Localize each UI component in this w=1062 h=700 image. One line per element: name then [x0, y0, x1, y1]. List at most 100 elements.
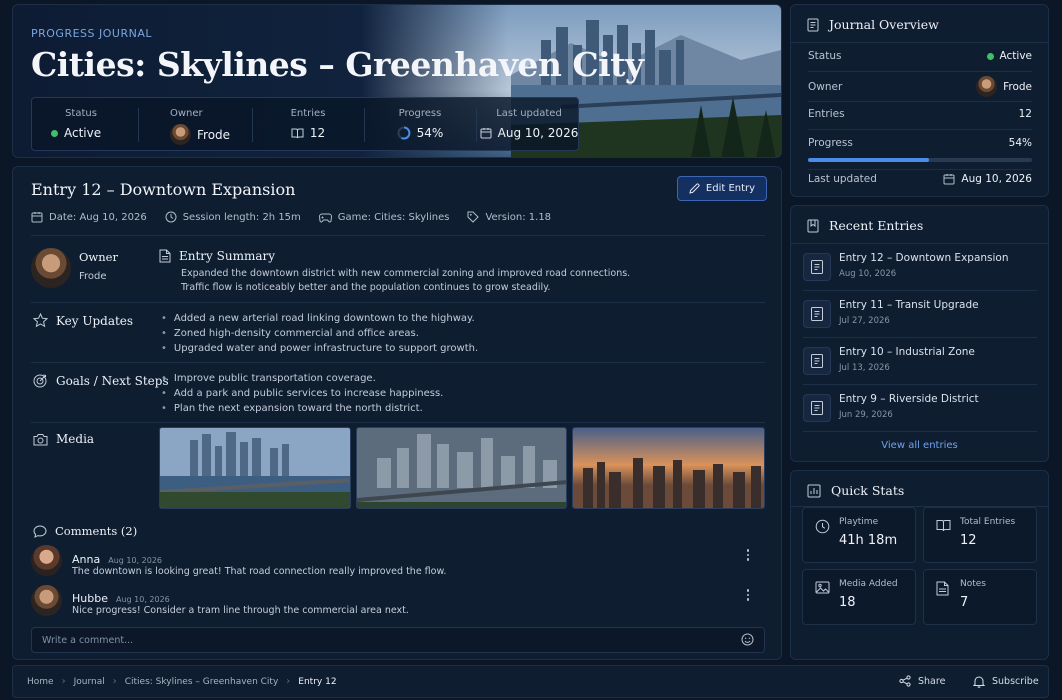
view-all-entries-link[interactable]: View all entries	[791, 440, 1048, 451]
footer-bar: Home › Journal › Cities: Skylines – Gree…	[12, 665, 1049, 698]
total-entries-label: Total Entries	[960, 517, 1016, 527]
key-updates-list: Added a new arterial road linking downto…	[161, 311, 478, 356]
quick-stat-playtime: Playtime 41h 18m	[802, 507, 916, 563]
notebook-icon	[807, 18, 819, 32]
quick-stat-total-entries: Total Entries 12	[923, 507, 1037, 563]
journal-hero: PROGRESS JOURNAL Cities: Skylines – Gree…	[12, 4, 782, 158]
journal-eyebrow: PROGRESS JOURNAL	[31, 27, 152, 40]
overview-heading: Journal Overview	[807, 17, 939, 32]
summary-text: Expanded the downtown district with new …	[181, 267, 630, 295]
subscribe-label: Subscribe	[992, 676, 1039, 687]
recent-entry-date: Jun 29, 2026	[839, 410, 893, 420]
recent-entries-card: Recent Entries Entry 12 – Downtown Expan…	[790, 205, 1049, 462]
comment-author: Hubbe	[72, 592, 108, 605]
calendar-icon	[31, 211, 43, 223]
chevron-right-icon: ›	[112, 676, 117, 687]
pencil-icon	[689, 183, 700, 194]
owner-avatar	[170, 124, 191, 145]
recent-title: Recent Entries	[829, 218, 924, 233]
owner-name: Frode	[79, 271, 107, 282]
overview-title: Journal Overview	[829, 17, 939, 32]
book-icon	[936, 519, 951, 532]
recent-entry-item[interactable]: Entry 9 – Riverside District Jun 29, 202…	[803, 390, 1037, 430]
quick-stat-notes: Notes 7	[923, 569, 1037, 625]
book-icon	[291, 128, 304, 139]
comment-avatar	[31, 545, 62, 576]
recent-entry-item[interactable]: Entry 12 – Downtown Expansion Aug 10, 20…	[803, 249, 1037, 289]
status-dot	[986, 52, 994, 60]
list-item: Improve public transportation coverage.	[161, 371, 443, 386]
owner-avatar	[976, 76, 998, 97]
subscribe-button[interactable]: Subscribe	[973, 675, 1039, 688]
entry-title: Entry 12 – Downtown Expansion	[31, 180, 296, 199]
camera-icon	[33, 433, 48, 446]
quick-stat-media: Media Added 18	[802, 569, 916, 625]
page-title: Cities: Skylines – Greenhaven City	[31, 45, 644, 84]
breadcrumb-current: Entry 12	[298, 676, 337, 687]
overview-owner-label: Owner	[808, 80, 843, 93]
comment-menu-icon[interactable]	[742, 588, 754, 602]
overview-progress-value: 54%	[1008, 137, 1032, 149]
comment-input[interactable]	[31, 627, 765, 653]
list-item: Zoned high-density commercial and office…	[161, 326, 478, 341]
key-updates-heading: Key Updates	[33, 313, 133, 328]
breadcrumb-journal[interactable]: Journal	[74, 677, 105, 687]
recent-entry-title: Entry 10 – Industrial Zone	[839, 346, 975, 358]
share-button[interactable]: Share	[899, 675, 945, 687]
journal-stats-bar: Status Active Owner Frode Entries 12 Pro…	[31, 97, 579, 151]
stat-entries-value: 12	[309, 126, 326, 140]
comment-text: The downtown is looking great! That road…	[72, 566, 447, 577]
edit-entry-button[interactable]: Edit Entry	[677, 176, 767, 201]
entry-doc-icon	[803, 300, 831, 328]
calendar-icon	[480, 127, 492, 139]
media-heading: Media	[33, 432, 94, 446]
comment-date: Aug 10, 2026	[108, 556, 163, 565]
overview-entries-label: Entries	[808, 108, 845, 120]
overview-entries-value: 12	[1018, 108, 1032, 120]
recent-entry-item[interactable]: Entry 11 – Transit Upgrade Jul 27, 2026	[803, 296, 1037, 336]
star-icon	[33, 313, 48, 328]
chevron-right-icon: ›	[61, 676, 66, 687]
stat-updated-label: Last updated	[496, 108, 562, 119]
total-entries-value: 12	[960, 533, 977, 548]
entry-date: Date: Aug 10, 2026	[49, 211, 147, 223]
recent-entry-item[interactable]: Entry 10 – Industrial Zone Jul 13, 2026	[803, 343, 1037, 383]
entry-session-length: Session length: 2h 15m	[182, 211, 301, 223]
overview-status-value: Active	[999, 50, 1032, 62]
progress-bar	[808, 158, 1032, 162]
overview-updated-label: Last updated	[808, 173, 877, 185]
summary-line: Traffic flow is noticeably better and th…	[181, 282, 551, 293]
stat-entries: Entries 12	[258, 98, 358, 152]
journal-overview-card: Journal Overview Status Active Owner Frode…	[790, 4, 1049, 197]
edit-entry-label: Edit Entry	[705, 183, 756, 194]
stat-owner: Owner Frode	[144, 98, 244, 152]
media-added-label: Media Added	[839, 579, 898, 589]
media-thumbnail-2[interactable]	[356, 427, 567, 509]
breadcrumb-city[interactable]: Cities: Skylines – Greenhaven City	[125, 677, 279, 687]
stat-progress-label: Progress	[398, 108, 442, 119]
clock-icon	[165, 211, 177, 223]
image-icon	[815, 581, 830, 594]
recent-entry-title: Entry 11 – Transit Upgrade	[839, 299, 979, 311]
list-item: Add a park and public services to increa…	[161, 386, 443, 401]
clock-icon	[815, 519, 830, 534]
emoji-icon[interactable]	[741, 633, 754, 646]
media-thumbnail-1[interactable]	[159, 427, 351, 509]
notes-label: Notes	[960, 579, 986, 589]
recent-entry-date: Aug 10, 2026	[839, 269, 897, 279]
overview-entries-row: Entries 12	[808, 108, 1032, 120]
target-icon	[33, 373, 48, 388]
entry-doc-icon	[803, 253, 831, 281]
progress-bar-fill	[808, 158, 929, 162]
progress-ring-icon	[397, 126, 411, 140]
goals-heading: Goals / Next Steps	[33, 373, 169, 388]
comment-menu-icon[interactable]	[742, 548, 754, 562]
bell-icon	[973, 675, 985, 688]
breadcrumb-home[interactable]: Home	[27, 677, 54, 687]
comments-heading: Comments (2)	[33, 524, 137, 538]
comment-date: Aug 10, 2026	[115, 595, 170, 604]
entry-game: Game: Cities: Skylines	[337, 211, 450, 223]
goals-title: Goals / Next Steps	[56, 373, 169, 388]
media-thumbnail-3[interactable]	[572, 427, 765, 509]
comments-title: Comments (2)	[55, 524, 138, 538]
